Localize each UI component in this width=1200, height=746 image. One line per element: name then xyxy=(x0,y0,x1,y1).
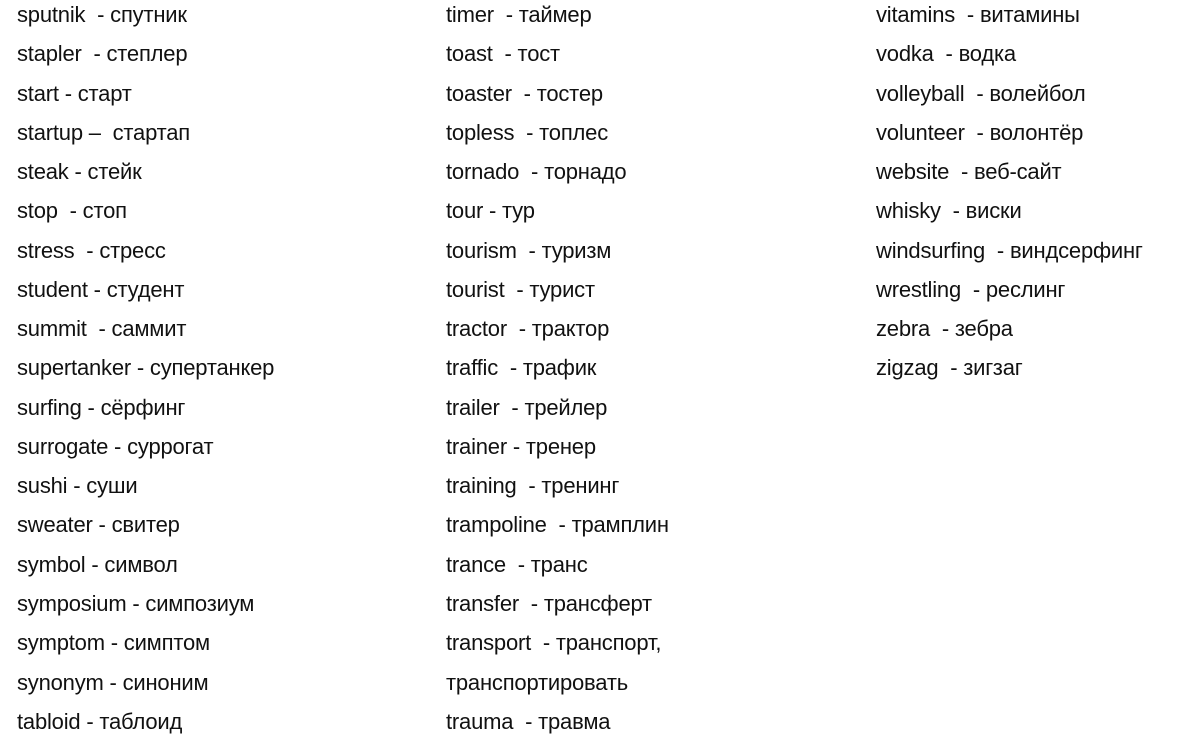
word-translation-entry: student - студент xyxy=(17,276,185,302)
word-translation-entry: volunteer - волонтёр xyxy=(876,119,1084,145)
word-translation-entry: tabloid - таблоид xyxy=(17,708,183,734)
word-translation-entry: tourist - турист xyxy=(446,276,595,302)
word-list-column-3: vitamins - витамины vodka - водка volleyba… xyxy=(876,0,1143,393)
word-translation-entry: volleyball - волейбол xyxy=(876,80,1086,106)
word-translation-entry: windsurfing - виндсерфинг xyxy=(876,237,1143,263)
word-translation-entry: vodka - водка xyxy=(876,41,1016,67)
word-list-column-2: timer - таймер toast - тост toaster - тост… xyxy=(446,0,669,746)
word-translation-entry: toast - тост xyxy=(446,41,560,67)
word-translation-entry: trance - транс xyxy=(446,551,588,577)
word-translation-entry: topless - топлес xyxy=(446,119,609,145)
word-translation-entry: sushi - суши xyxy=(17,473,138,499)
word-translation-entry: tourism - туризм xyxy=(446,237,612,263)
word-translation-entry: training - тренинг xyxy=(446,473,620,499)
word-translation-entry: sputnik - спутник xyxy=(17,2,187,27)
word-translation-entry: synonym - синоним xyxy=(17,669,209,695)
word-translation-entry: trainer - тренер xyxy=(446,433,596,459)
word-translation-entry: toaster - тостер xyxy=(446,80,603,106)
word-translation-entry: transport - транспорт, xyxy=(446,630,662,656)
word-translation-entry: symptom - симптом xyxy=(17,630,210,656)
word-translation-entry: tractor - трактор xyxy=(446,316,610,342)
word-list-column-1: sputnik - спутник stapler - степлер start … xyxy=(17,0,274,746)
word-translation-entry: trampoline - трамплин xyxy=(446,512,669,538)
word-translation-entry: summit - саммит xyxy=(17,316,187,342)
word-translation-entry: symposium - симпозиум xyxy=(17,590,255,616)
word-translation-entry: surfing - сёрфинг xyxy=(17,394,186,420)
word-translation-entry: vitamins - витамины xyxy=(876,2,1080,27)
word-translation-entry: trauma - травма xyxy=(446,708,611,734)
word-translation-entry: whisky - виски xyxy=(876,198,1022,224)
word-translation-entry: stress - стресс xyxy=(17,237,166,263)
word-translation-entry: tour - тур xyxy=(446,198,535,224)
word-translation-entry: tornado - торнадо xyxy=(446,159,627,185)
word-translation-entry: traffic - трафик xyxy=(446,355,597,381)
word-translation-entry: stapler - степлер xyxy=(17,41,188,67)
word-translation-entry: trailer - трейлер xyxy=(446,394,608,420)
word-translation-entry: startup – стартап xyxy=(17,119,191,145)
word-translation-entry: symbol - символ xyxy=(17,551,178,577)
word-translation-entry: zigzag - зигзаг xyxy=(876,355,1023,381)
word-translation-entry: website - веб-сайт xyxy=(876,159,1062,185)
word-translation-entry: транспортировать xyxy=(446,669,628,695)
word-translation-entry: sweater - свитер xyxy=(17,512,180,538)
word-translation-entry: supertanker - супертанкер xyxy=(17,355,275,381)
word-translation-entry: surrogate - суррогат xyxy=(17,433,214,459)
word-translation-entry: steak - стейк xyxy=(17,159,142,185)
word-translation-entry: start - старт xyxy=(17,80,132,106)
word-translation-entry: zebra - зебра xyxy=(876,316,1013,342)
word-translation-entry: transfer - трансферт xyxy=(446,590,652,616)
word-translation-entry: wrestling - реслинг xyxy=(876,276,1066,302)
word-translation-entry: stop - стоп xyxy=(17,198,127,224)
word-translation-entry: timer - таймер xyxy=(446,2,592,27)
